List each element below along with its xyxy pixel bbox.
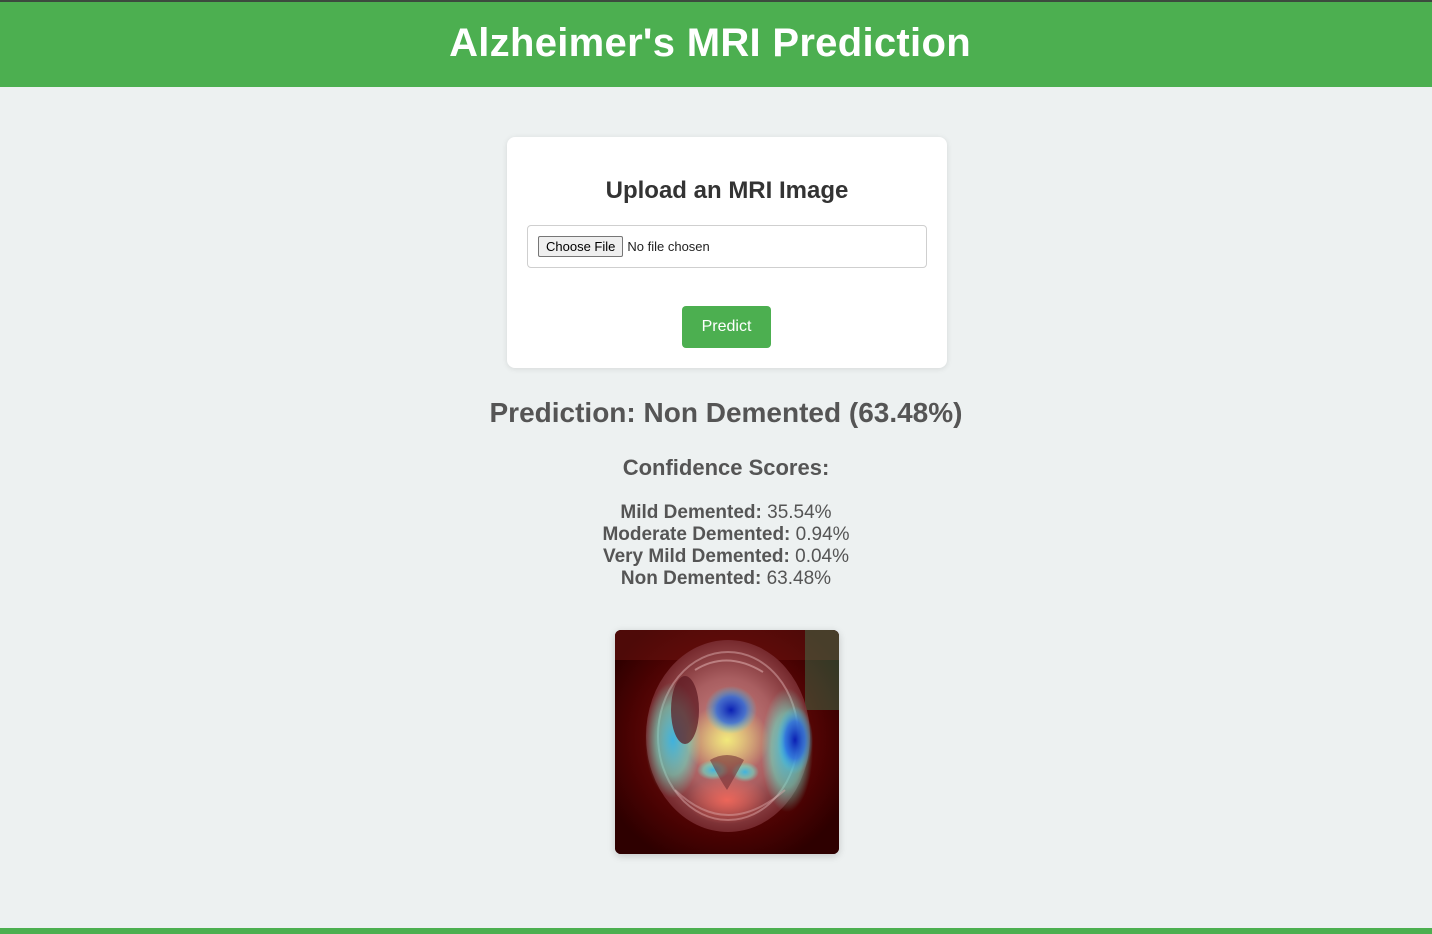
score-label: Very Mild Demented: [602,546,790,567]
prediction-result: Prediction: Non Demented (63.48%) [489,397,963,428]
score-row-moderate: Moderate Demented: 0.94% [0,524,1432,546]
page-header: Alzheimer's MRI Prediction [0,2,1432,87]
file-status-text: No file chosen [627,239,710,254]
score-value: 0.94% [795,524,850,545]
score-row-non: Non Demented: 63.48% [0,568,1432,590]
bottom-border [0,928,1432,934]
choose-file-button[interactable]: Choose File [538,236,624,257]
score-label: Mild Demented: [620,502,762,523]
predict-button[interactable]: Predict [682,306,771,348]
page-title: Alzheimer's MRI Prediction [449,21,971,65]
score-label: Moderate Demented: [602,524,791,545]
score-value: 0.04% [795,546,850,567]
mri-heatmap-image [615,630,839,854]
score-value: 35.54% [767,502,832,523]
confidence-scores-title: Confidence Scores: [622,455,830,480]
score-label: Non Demented: [620,568,762,589]
score-value: 63.48% [766,568,832,589]
score-row-very-mild: Very Mild Demented: 0.04% [0,546,1432,568]
confidence-scores-list: Mild Demented: 35.54% Moderate Demented:… [0,502,1432,590]
gradcam-heatmap [615,630,839,854]
file-input[interactable]: Choose File No file chosen [527,225,927,268]
upload-card: Upload an MRI Image Choose File No file … [507,137,947,368]
score-row-mild: Mild Demented: 35.54% [0,502,1432,524]
upload-heading: Upload an MRI Image [605,177,849,204]
